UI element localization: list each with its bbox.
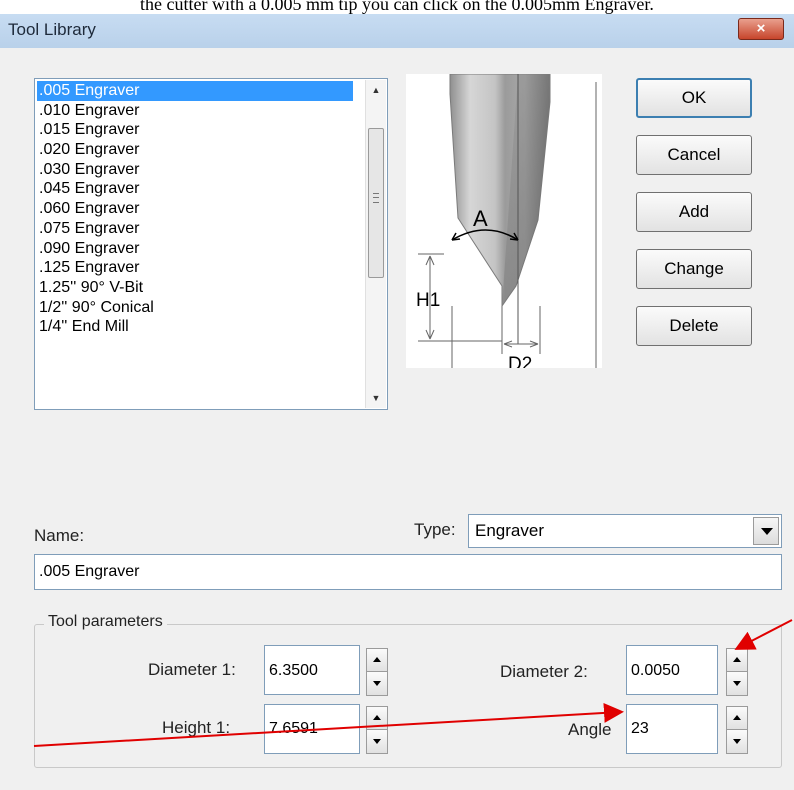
list-item[interactable]: .060 Engraver (37, 199, 353, 219)
list-item[interactable]: .125 Engraver (37, 258, 353, 278)
height1-spinner[interactable] (366, 706, 388, 754)
tool-parameters-legend: Tool parameters (44, 613, 167, 631)
spin-up-arrow-icon[interactable] (727, 649, 747, 672)
name-label: Name: (34, 526, 85, 545)
angle-input[interactable] (626, 704, 718, 754)
delete-button[interactable]: Delete (636, 306, 752, 346)
close-button[interactable]: × (738, 18, 784, 40)
scroll-up-arrow-icon[interactable]: ▲ (366, 80, 386, 100)
list-item[interactable]: 1/4'' End Mill (37, 317, 353, 337)
angle-a-label: A (473, 206, 488, 231)
list-item[interactable]: .020 Engraver (37, 140, 353, 160)
angle-spinner[interactable] (726, 706, 748, 754)
height1-input[interactable] (264, 704, 360, 754)
list-item[interactable]: .030 Engraver (37, 160, 353, 180)
spin-up-arrow-icon[interactable] (727, 707, 747, 730)
add-button[interactable]: Add (636, 192, 752, 232)
change-button[interactable]: Change (636, 249, 752, 289)
angle-label: Angle (568, 720, 612, 739)
scroll-down-arrow-icon[interactable]: ▼ (366, 388, 386, 408)
diameter2-input[interactable] (626, 645, 718, 695)
spin-down-arrow-icon[interactable] (727, 730, 747, 753)
height1-label: Height 1: (162, 718, 231, 737)
diameter2-spinner[interactable] (726, 648, 748, 696)
engraver-tool-diagram: A H1 D2 D1 (406, 74, 602, 368)
list-item[interactable]: 1.25'' 90° V-Bit (37, 278, 353, 298)
list-item[interactable]: .075 Engraver (37, 219, 353, 239)
height-h1-label: H1 (416, 290, 440, 311)
list-item[interactable]: .005 Engraver (37, 81, 353, 101)
tool-listbox[interactable]: .005 Engraver .010 Engraver .015 Engraver.… (34, 78, 388, 410)
list-item[interactable]: 1/2'' 90° Conical (37, 298, 353, 318)
spin-down-arrow-icon[interactable] (367, 672, 387, 695)
type-label: Type: (414, 520, 456, 539)
scrollbar-thumb[interactable] (368, 128, 384, 278)
list-item[interactable]: .010 Engraver (37, 101, 353, 121)
cancel-button[interactable]: Cancel (636, 135, 752, 175)
window-title: Tool Library (8, 20, 96, 39)
tool-list-items: .005 Engraver .010 Engraver .015 Engraver.… (37, 81, 353, 337)
spin-up-arrow-icon[interactable] (367, 649, 387, 672)
caption-text: the cutter with a 0.005 mm tip you can c… (140, 0, 654, 14)
spin-down-arrow-icon[interactable] (367, 730, 387, 753)
ok-button[interactable]: OK (636, 78, 752, 118)
tool-library-window: Tool Library × .005 Engraver .010 Engrave… (0, 14, 794, 790)
list-scrollbar[interactable]: ▲ ▼ (365, 80, 386, 408)
diameter2-label: Diameter 2: (500, 662, 588, 681)
diameter1-spinner[interactable] (366, 648, 388, 696)
diameter-d2-label: D2 (508, 354, 532, 368)
title-bar: Tool Library × (0, 14, 794, 48)
type-dropdown[interactable]: Engraver (468, 514, 782, 548)
name-input[interactable] (34, 554, 782, 590)
type-selected-value: Engraver (475, 521, 544, 540)
spin-down-arrow-icon[interactable] (727, 672, 747, 695)
list-item[interactable]: .015 Engraver (37, 120, 353, 140)
diameter1-label: Diameter 1: (148, 660, 236, 679)
list-item[interactable]: .090 Engraver (37, 239, 353, 259)
chevron-down-icon[interactable] (753, 517, 779, 545)
spin-up-arrow-icon[interactable] (367, 707, 387, 730)
list-item[interactable]: .045 Engraver (37, 179, 353, 199)
diameter1-input[interactable] (264, 645, 360, 695)
dialog-client-area: .005 Engraver .010 Engraver .015 Engraver.… (0, 48, 794, 790)
grip-icon (373, 193, 379, 203)
